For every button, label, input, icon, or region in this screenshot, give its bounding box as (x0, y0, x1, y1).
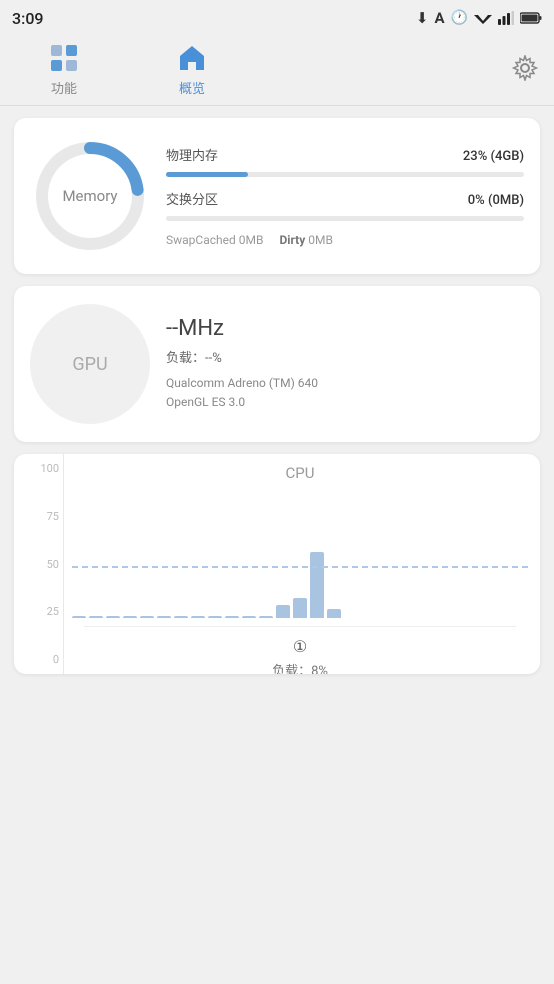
cpu-load-label: 负载：8% (72, 660, 528, 674)
memory-label: Memory (62, 187, 117, 205)
cpu-bar (276, 605, 290, 618)
settings-icon (512, 55, 538, 81)
overview-icon (176, 42, 208, 74)
memory-footer: SwapCached 0MB Dirty 0MB (166, 233, 524, 247)
features-icon (48, 42, 80, 74)
gpu-info: --MHz 负载：--% Qualcomm Adreno (TM) 640 Op… (166, 316, 524, 412)
clock-icon: 🕐 (451, 10, 468, 26)
cpu-bar (242, 616, 256, 618)
cpu-bar (72, 616, 86, 618)
gpu-circle: GPU (30, 304, 150, 424)
status-time: 3:09 (12, 9, 44, 28)
cpu-bar (327, 609, 341, 618)
cpu-bar (310, 552, 324, 618)
axis-75: 75 (18, 510, 59, 523)
axis-50: 50 (18, 558, 59, 571)
cpu-bar (293, 598, 307, 618)
font-icon: A (434, 9, 444, 27)
cpu-bar (157, 616, 171, 618)
cpu-bar (208, 616, 222, 618)
physical-memory-row: 物理内存 23% (4GB) (166, 145, 524, 177)
gpu-label: GPU (72, 354, 107, 375)
memory-donut: Memory (30, 136, 150, 256)
swap-progress-bg (166, 216, 524, 221)
memory-info: 物理内存 23% (4GB) 交换分区 0% (0MB) SwapCached … (166, 145, 524, 247)
gpu-card: GPU --MHz 负载：--% Qualcomm Adreno (TM) 64… (14, 286, 540, 442)
settings-button[interactable] (512, 55, 554, 85)
cpu-bar (225, 616, 239, 618)
dirty: Dirty 0MB (279, 233, 332, 247)
cpu-bar (259, 616, 273, 618)
status-icons: ⬇ A 🕐 (416, 9, 542, 27)
cpu-graph (72, 488, 528, 618)
gpu-load: 负载：--% (166, 347, 524, 366)
cpu-card: 100 75 50 25 0 CPU ① 负载：8% (14, 454, 540, 674)
nav-item-overview[interactable]: 概览 (128, 42, 256, 97)
cpu-main: CPU ① 负载：8% (64, 454, 540, 674)
battery-icon (520, 12, 542, 24)
cpu-bar (191, 616, 205, 618)
axis-25: 25 (18, 605, 59, 618)
axis-100: 100 (18, 462, 59, 475)
cpu-bar (174, 616, 188, 618)
swap-cached: SwapCached 0MB (166, 233, 263, 247)
memory-card: Memory 物理内存 23% (4GB) 交换分区 0% (0MB) Swap… (14, 118, 540, 274)
physical-progress-fill (166, 172, 248, 177)
cpu-footer: ① 负载：8% (72, 618, 528, 674)
gpu-mhz: --MHz (166, 316, 524, 341)
swap-memory-value: 0% (0MB) (468, 193, 524, 208)
download-icon: ⬇ (416, 9, 429, 27)
cpu-bar (89, 616, 103, 618)
axis-0: 0 (18, 653, 59, 666)
swap-memory-label: 交换分区 (166, 189, 218, 208)
gpu-chip-name: Qualcomm Adreno (TM) 640 OpenGL ES 3.0 (166, 374, 524, 412)
cpu-axis: 100 75 50 25 0 (14, 454, 64, 674)
cpu-bar (140, 616, 154, 618)
cpu-bar (123, 616, 137, 618)
cpu-bar (106, 616, 120, 618)
physical-memory-label: 物理内存 (166, 145, 218, 164)
nav-item-features[interactable]: 功能 (0, 42, 128, 97)
signal-icon (498, 11, 514, 25)
cpu-chart-area: 100 75 50 25 0 CPU ① 负载：8% (14, 454, 540, 674)
nav-bar: 功能 概览 (0, 36, 554, 106)
status-bar: 3:09 ⬇ A 🕐 (0, 0, 554, 36)
physical-memory-value: 23% (4GB) (463, 149, 524, 164)
cpu-title: CPU (72, 464, 528, 482)
cpu-dashed-line (72, 566, 528, 568)
swap-memory-row: 交换分区 0% (0MB) (166, 189, 524, 221)
nav-overview-label: 概览 (179, 78, 205, 97)
cpu-freq: ① (72, 637, 528, 656)
physical-progress-bg (166, 172, 524, 177)
cpu-bars (72, 488, 528, 618)
wifi-icon (474, 11, 492, 25)
nav-features-label: 功能 (51, 78, 77, 97)
